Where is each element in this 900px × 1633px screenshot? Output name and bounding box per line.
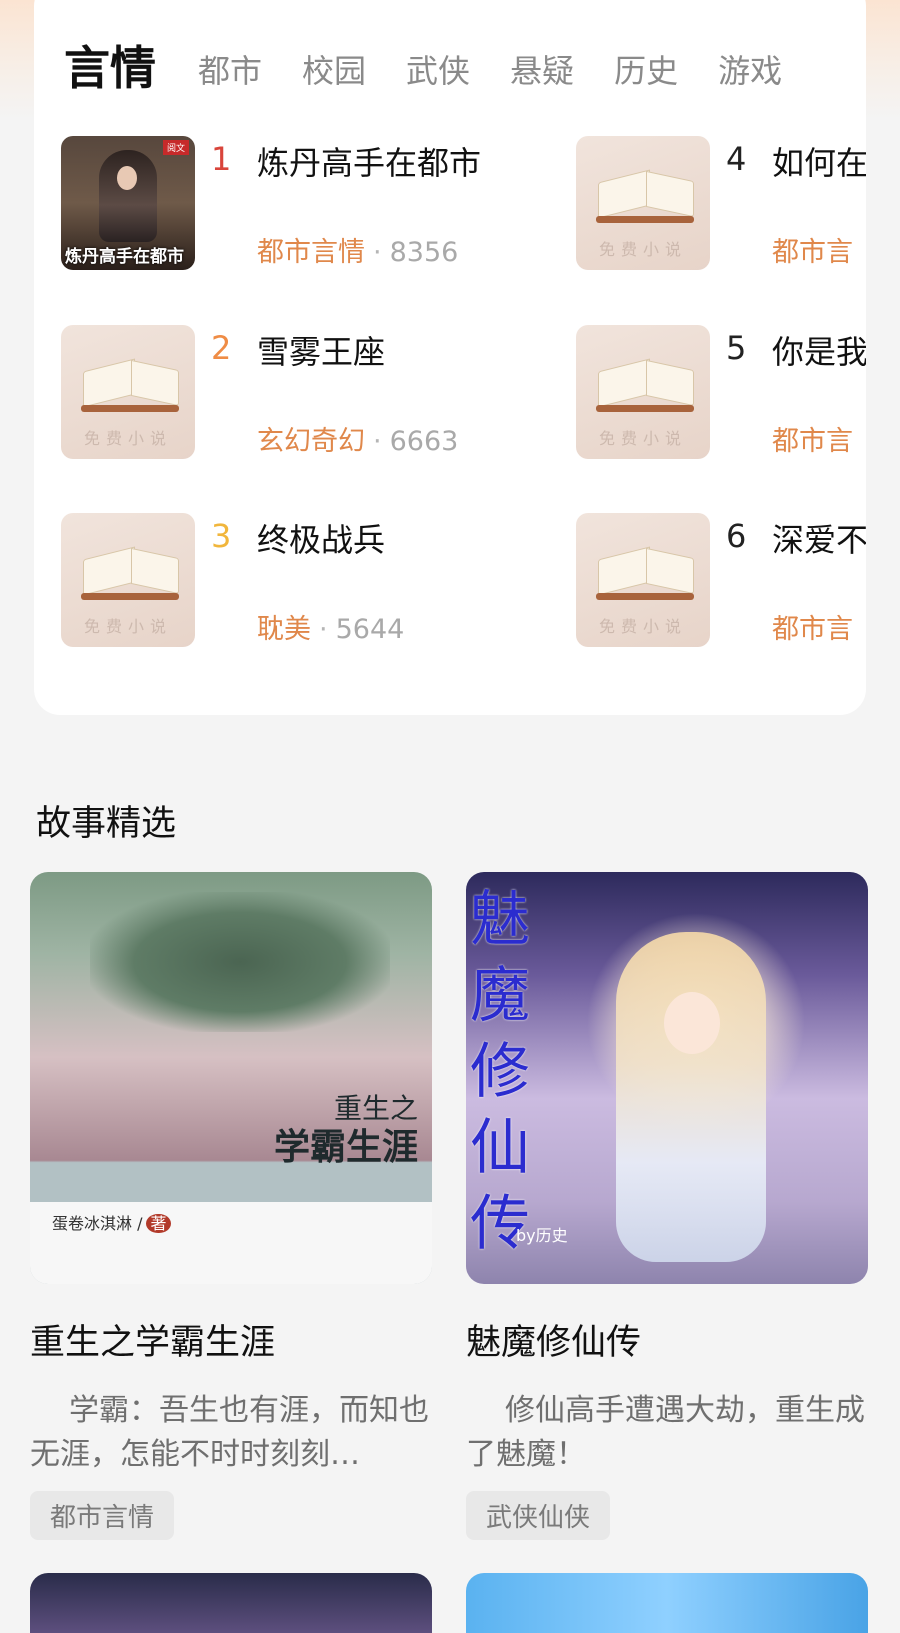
story-tag[interactable]: 武侠仙侠: [466, 1491, 611, 1540]
rank-item[interactable]: 免费小说 4 如何在 都市言: [576, 136, 866, 276]
open-book-spine: [596, 405, 694, 412]
book-meta: 都市言: [772, 230, 853, 269]
book-meta: 都市言情 · 8356: [257, 230, 458, 269]
book-title[interactable]: 终极战兵: [257, 515, 385, 561]
open-book-icon: [83, 546, 135, 596]
rank-item[interactable]: 免费小说 6 深爱不 都市言: [576, 513, 866, 653]
open-book-spine: [81, 593, 179, 600]
meta-separator: ·: [373, 426, 382, 457]
cover-tree: [90, 892, 390, 1032]
cover-caption: 免费小说: [598, 429, 687, 448]
open-book-icon: [598, 546, 650, 596]
cover-face: [664, 992, 720, 1054]
book-cover[interactable]: 免费小说: [576, 136, 710, 270]
book-genre: 都市言: [772, 237, 853, 268]
ranking-card: 言情 都市 校园 武侠 悬疑 历史 游戏 阅文 炼丹高手在都市 1 炼丹高手在都…: [34, 0, 866, 715]
rank-number: 6: [726, 517, 747, 555]
story-title[interactable]: 重生之学霸生涯: [30, 1314, 432, 1365]
tab-mystery[interactable]: 悬疑: [510, 46, 574, 100]
cover-caption: 免费小说: [83, 617, 172, 636]
cover-title-text: 魅魔修仙传: [470, 885, 530, 1259]
rank-number: 1: [211, 140, 232, 178]
rank-number: 5: [726, 329, 747, 367]
rank-number: 2: [211, 329, 232, 367]
book-title[interactable]: 雪雾王座: [257, 327, 385, 373]
open-book-page: [131, 359, 179, 407]
tab-history[interactable]: 历史: [614, 46, 678, 100]
book-cover[interactable]: 免费小说: [61, 513, 195, 647]
story-cover[interactable]: 重生之 学霸生涯 蛋卷冰淇淋 / 著: [30, 872, 432, 1284]
cover-figure: [99, 150, 157, 242]
book-score: 8356: [389, 237, 459, 268]
next-story-cover[interactable]: [466, 1573, 868, 1633]
tab-romance[interactable]: 言情: [64, 32, 156, 100]
meta-separator: ·: [373, 237, 382, 268]
rank-number: 4: [726, 140, 747, 178]
book-title[interactable]: 深爱不: [772, 515, 866, 561]
book-title[interactable]: 炼丹高手在都市: [257, 138, 481, 184]
category-tabs: 言情 都市 校园 武侠 悬疑 历史 游戏: [64, 20, 866, 100]
open-book-spine: [81, 405, 179, 412]
book-cover[interactable]: 阅文 炼丹高手在都市: [61, 136, 195, 270]
cover-title-line1: 重生之: [333, 1092, 418, 1125]
cover-title: 炼丹高手在都市: [65, 247, 184, 267]
book-genre: 都市言情: [257, 237, 365, 268]
book-genre: 耽美: [257, 614, 311, 645]
cover-author-name: 蛋卷冰淇淋 /: [52, 1214, 143, 1233]
story-title[interactable]: 魅魔修仙传: [466, 1314, 868, 1365]
story-description: 修仙高手遭遇大劫，重生成了魅魔！: [466, 1393, 865, 1472]
book-cover[interactable]: 免费小说: [576, 513, 710, 647]
book-meta: 玄幻奇幻 · 6663: [257, 419, 458, 458]
story-card[interactable]: 魅魔修仙传 by历史 魅魔修仙传 修仙高手遭遇大劫，重生成了魅魔！ 武侠仙侠: [466, 872, 868, 1540]
rank-item[interactable]: 阅文 炼丹高手在都市 1 炼丹高手在都市 都市言情 · 8356: [61, 136, 581, 276]
book-score: 6663: [389, 426, 459, 457]
open-book-page: [646, 547, 694, 595]
cover-caption: 免费小说: [598, 617, 687, 636]
next-story-cover[interactable]: [30, 1573, 432, 1633]
cover-byline: by历史: [516, 1226, 568, 1245]
open-book-spine: [596, 216, 694, 223]
book-score: 5644: [335, 614, 405, 645]
story-description: 学霸：吾生也有涯，而知也无涯，怎能不时时刻刻…: [30, 1393, 429, 1472]
cover-caption: 免费小说: [598, 240, 687, 259]
book-cover[interactable]: 免费小说: [576, 325, 710, 459]
open-book-icon: [598, 358, 650, 408]
section-title: 故事精选: [36, 804, 177, 844]
open-book-icon: [598, 169, 650, 219]
book-meta: 耽美 · 5644: [257, 607, 404, 646]
cover-author: 蛋卷冰淇淋 / 著: [52, 1210, 171, 1234]
open-book-page: [646, 170, 694, 218]
open-book-icon: [83, 358, 135, 408]
story-cover[interactable]: 魅魔修仙传 by历史: [466, 872, 868, 1284]
tab-wuxia[interactable]: 武侠: [406, 46, 470, 100]
tab-game[interactable]: 游戏: [718, 46, 782, 100]
book-genre: 都市言: [772, 614, 853, 645]
cover-title-line2: 学霸生涯: [273, 1126, 418, 1168]
rank-number: 3: [211, 517, 232, 555]
tab-campus[interactable]: 校园: [302, 46, 366, 100]
tab-urban[interactable]: 都市: [198, 46, 262, 100]
cover-face: [117, 166, 137, 190]
book-title[interactable]: 你是我: [772, 327, 866, 373]
book-meta: 都市言: [772, 419, 853, 458]
book-cover[interactable]: 免费小说: [61, 325, 195, 459]
meta-separator: ·: [319, 614, 328, 645]
rank-item[interactable]: 免费小说 2 雪雾王座 玄幻奇幻 · 6663: [61, 325, 581, 465]
story-card[interactable]: 重生之 学霸生涯 蛋卷冰淇淋 / 著 重生之学霸生涯 学霸：吾生也有涯，而知也无涯…: [30, 872, 432, 1540]
cover-title-text: 重生之 学霸生涯: [274, 1090, 418, 1166]
cover-figure: [616, 932, 766, 1262]
cover-badge: 阅文: [162, 140, 189, 155]
rank-item[interactable]: 免费小说 3 终极战兵 耽美 · 5644: [61, 513, 581, 653]
book-meta: 都市言: [772, 607, 853, 646]
book-genre: 玄幻奇幻: [257, 426, 365, 457]
open-book-spine: [596, 593, 694, 600]
book-genre: 都市言: [772, 426, 853, 457]
rank-item[interactable]: 免费小说 5 你是我 都市言: [576, 325, 866, 465]
book-title[interactable]: 如何在: [772, 138, 866, 184]
story-tag[interactable]: 都市言情: [30, 1491, 175, 1540]
open-book-page: [131, 547, 179, 595]
cover-author-tag: 著: [146, 1214, 171, 1233]
open-book-page: [646, 359, 694, 407]
cover-caption: 免费小说: [83, 429, 172, 448]
